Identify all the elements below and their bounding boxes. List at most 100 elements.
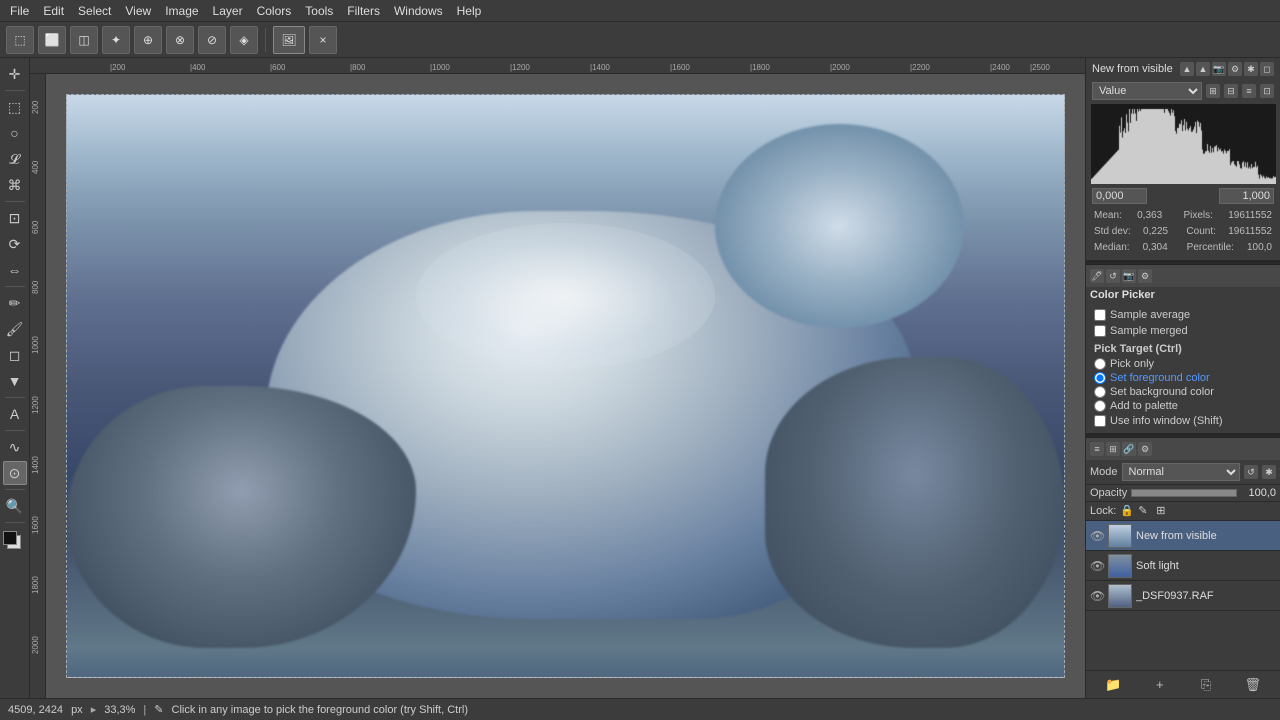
cp-pick-only-radio[interactable] <box>1094 358 1106 370</box>
tool-ellipse-select[interactable]: ○ <box>3 121 27 145</box>
tool-option-btn-4[interactable]: ⊕ <box>134 26 162 54</box>
histogram-icon-6[interactable]: ◻ <box>1260 62 1274 76</box>
layers-icon-2[interactable]: ⊞ <box>1106 442 1120 456</box>
tool-option-btn-1[interactable]: ⬜ <box>38 26 66 54</box>
tool-option-btn-8[interactable]: 🖼 <box>273 26 305 54</box>
image-canvas[interactable] <box>66 94 1065 678</box>
histogram-icon-2[interactable]: ▲ <box>1196 62 1210 76</box>
layers-icon-3[interactable]: 🔗 <box>1122 442 1136 456</box>
tool-lasso[interactable]: 𝓛 <box>3 147 27 171</box>
menu-file[interactable]: File <box>4 2 35 20</box>
cp-set-background-radio[interactable] <box>1094 386 1106 398</box>
tool-paths[interactable]: ∿ <box>3 435 27 459</box>
menu-help[interactable]: Help <box>451 2 488 20</box>
tool-color-picker[interactable]: ⊙ <box>3 461 27 485</box>
tool-bucket[interactable]: ▼ <box>3 369 27 393</box>
tool-option-btn-close[interactable]: × <box>309 26 337 54</box>
cp-icon-4[interactable]: ⚙ <box>1138 269 1152 283</box>
tool-text[interactable]: A <box>3 402 27 426</box>
opacity-slider[interactable] <box>1131 489 1237 497</box>
layers-duplicate-btn[interactable]: ⎘ <box>1197 676 1215 694</box>
tool-option-btn-0[interactable]: ⬚ <box>6 26 34 54</box>
histogram-icon-4[interactable]: ⚙ <box>1228 62 1242 76</box>
layers-delete-btn[interactable]: 🗑 <box>1244 676 1262 694</box>
tool-rect-select[interactable]: ⬚ <box>3 95 27 119</box>
svg-text:400: 400 <box>31 160 40 174</box>
layer-eye-2[interactable]: 👁 <box>1090 559 1104 573</box>
menu-image[interactable]: Image <box>159 2 204 20</box>
histogram-range-min[interactable] <box>1092 188 1147 204</box>
histogram-icon-1[interactable]: ▲ <box>1180 62 1194 76</box>
tool-crop[interactable]: ⊡ <box>3 206 27 230</box>
menu-windows[interactable]: Windows <box>388 2 449 20</box>
tool-zoom[interactable]: 🔍 <box>3 494 27 518</box>
opacity-value: 100,0 <box>1241 487 1276 499</box>
histogram-canvas <box>1091 104 1276 184</box>
cp-set-foreground-row: Set foreground color <box>1094 371 1272 385</box>
lock-position-icon[interactable]: ✎ <box>1138 504 1152 518</box>
layer-eye-1[interactable]: 👁 <box>1090 529 1104 543</box>
layers-icon-1[interactable]: ≡ <box>1090 442 1104 456</box>
menu-tools[interactable]: Tools <box>299 2 339 20</box>
stat-mean-label: Mean: <box>1094 208 1122 224</box>
menu-view[interactable]: View <box>119 2 157 20</box>
tool-option-btn-2[interactable]: ◫ <box>70 26 98 54</box>
lock-alpha-icon[interactable]: ⊞ <box>1156 504 1170 518</box>
layer-row-new-from-visible[interactable]: 👁 New from visible <box>1086 521 1280 551</box>
histogram-icon-5[interactable]: ✱ <box>1244 62 1258 76</box>
menu-layer[interactable]: Layer <box>207 2 249 20</box>
svg-text:1600: 1600 <box>31 516 40 534</box>
lock-pixels-icon[interactable]: 🔒 <box>1120 504 1134 518</box>
layers-mode-icon-2[interactable]: ✱ <box>1262 465 1276 479</box>
layers-list: 👁 New from visible 👁 Soft light 👁 _DSF09… <box>1086 521 1280 670</box>
color-swatches[interactable] <box>3 531 27 551</box>
histogram-ctrl-3[interactable]: ≡ <box>1242 84 1256 98</box>
tool-move[interactable]: ✛ <box>3 62 27 86</box>
layer-eye-3[interactable]: 👁 <box>1090 589 1104 603</box>
svg-text:|600: |600 <box>270 63 286 72</box>
canvas-container[interactable] <box>46 74 1085 698</box>
cp-add-to-palette-radio[interactable] <box>1094 400 1106 412</box>
histogram-icon-3[interactable]: 📷 <box>1212 62 1226 76</box>
tool-paintbrush[interactable]: 🖌 <box>3 317 27 341</box>
cp-icon-2[interactable]: ↺ <box>1106 269 1120 283</box>
histogram-header-icons: ▲ ▲ 📷 ⚙ ✱ ◻ <box>1180 62 1274 76</box>
histogram-ctrl-4[interactable]: ⊡ <box>1260 84 1274 98</box>
menu-select[interactable]: Select <box>72 2 117 20</box>
cp-add-to-palette-label: Add to palette <box>1110 400 1178 412</box>
cp-icon-3[interactable]: 📷 <box>1122 269 1136 283</box>
cp-set-foreground-radio[interactable] <box>1094 372 1106 384</box>
tool-option-btn-5[interactable]: ⊗ <box>166 26 194 54</box>
histogram-ctrl-2[interactable]: ⊟ <box>1224 84 1238 98</box>
cp-sample-merged-check[interactable] <box>1094 325 1106 337</box>
menu-filters[interactable]: Filters <box>341 2 386 20</box>
cp-sample-average-check[interactable] <box>1094 309 1106 321</box>
histogram-range-max[interactable] <box>1219 188 1274 204</box>
tool-flip[interactable]: ⇔ <box>3 258 27 282</box>
layers-new-group-btn[interactable]: 📁 <box>1104 676 1122 694</box>
status-zoom: 33,3% <box>104 704 135 716</box>
layers-new-layer-btn[interactable]: + <box>1151 676 1169 694</box>
stat-pixels-label: Pixels: <box>1183 208 1212 224</box>
tool-option-btn-7[interactable]: ◈ <box>230 26 258 54</box>
layers-icon-4[interactable]: ⚙ <box>1138 442 1152 456</box>
tool-transform[interactable]: ⟳ <box>3 232 27 256</box>
layer-name-3: _DSF0937.RAF <box>1136 590 1276 602</box>
menu-colors[interactable]: Colors <box>251 2 298 20</box>
layers-mode-select[interactable]: Normal Multiply Screen Overlay Soft Ligh… <box>1122 463 1240 481</box>
cp-icon-1[interactable]: 🖊 <box>1090 269 1104 283</box>
histogram-stats: Mean: 0,363 Pixels: 19611552 Std dev: 0,… <box>1088 206 1278 258</box>
lock-row: Lock: 🔒 ✎ ⊞ <box>1086 502 1280 521</box>
tool-pencil[interactable]: ✏ <box>3 291 27 315</box>
tool-fuzzy-select[interactable]: ⌘ <box>3 173 27 197</box>
tool-option-btn-3[interactable]: ✦ <box>102 26 130 54</box>
menu-edit[interactable]: Edit <box>37 2 70 20</box>
layers-mode-icon-1[interactable]: ↺ <box>1244 465 1258 479</box>
cp-use-info-check[interactable] <box>1094 415 1106 427</box>
layer-row-soft-light[interactable]: 👁 Soft light <box>1086 551 1280 581</box>
tool-option-btn-6[interactable]: ⊘ <box>198 26 226 54</box>
layer-row-base[interactable]: 👁 _DSF0937.RAF <box>1086 581 1280 611</box>
tool-eraser[interactable]: ◻ <box>3 343 27 367</box>
histogram-channel-select[interactable]: Value Red Green Blue <box>1092 82 1202 100</box>
histogram-ctrl-1[interactable]: ⊞ <box>1206 84 1220 98</box>
